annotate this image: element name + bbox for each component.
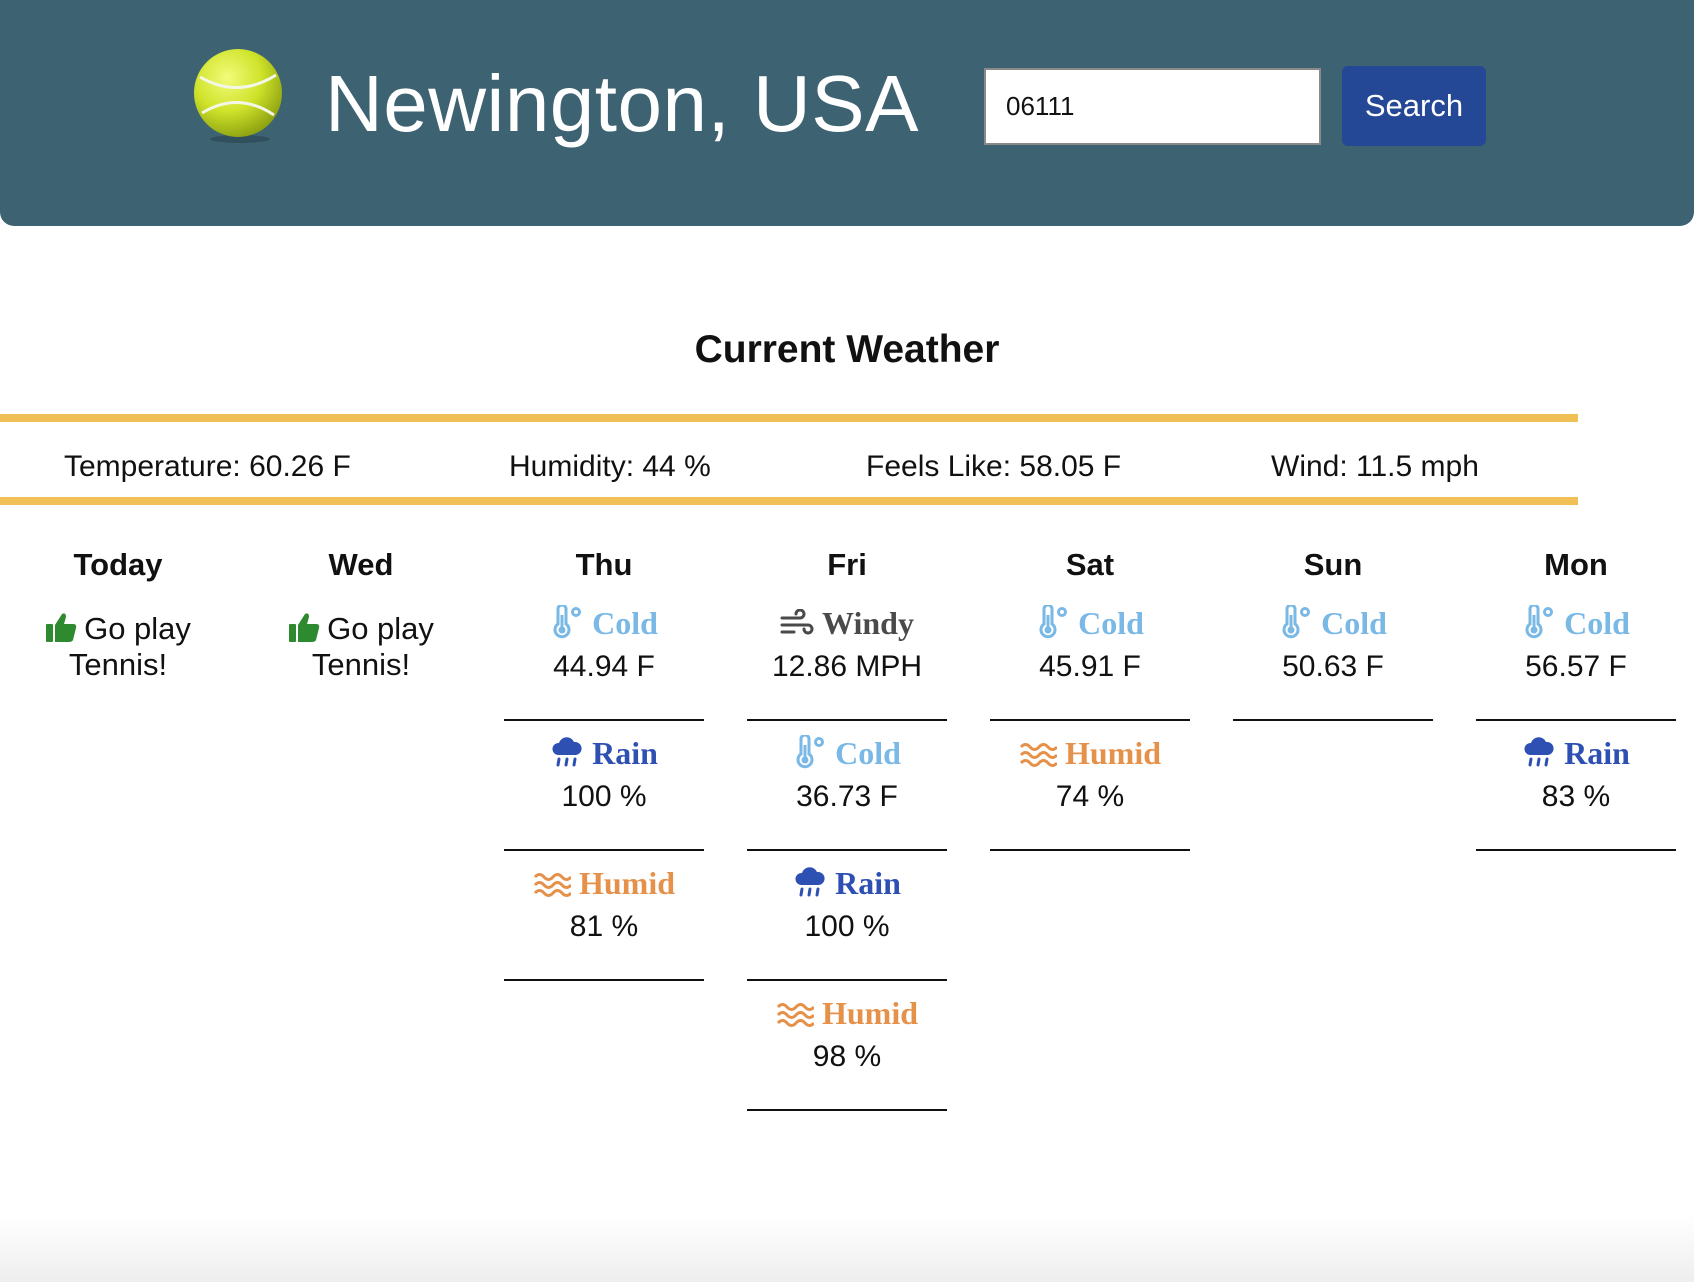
forecast-day: Sun Cold 50.63 F (1233, 545, 1433, 721)
forecast-day: Today Go play Tennis! (18, 545, 218, 683)
condition-value: 44.94 F (553, 650, 655, 683)
city-title: Newington, USA (325, 59, 919, 148)
condition-value: 36.73 F (796, 780, 898, 813)
condition-label-text: Humid (578, 865, 676, 901)
condition-label: Humid (990, 731, 1190, 775)
condition-label-text: Cold (1078, 605, 1144, 641)
humidity-waves-icon (776, 1003, 816, 1027)
forecast-condition-card: Cold 44.94 F (504, 601, 704, 721)
forecast-condition-card: Rain 83 % (1476, 721, 1676, 851)
current-temperature: Temperature: 60.26 F (64, 450, 351, 483)
condition-label: Rain (747, 861, 947, 905)
forecast-condition-card: Cold 45.91 F (990, 601, 1190, 721)
rain-cloud-icon (795, 867, 825, 897)
condition-label-text: Humid (1064, 735, 1162, 771)
condition-label-text: Humid (821, 995, 919, 1031)
thermometer-icon (1039, 603, 1068, 639)
condition-value: 56.57 F (1525, 650, 1627, 683)
thermometer-icon (796, 733, 825, 769)
condition-label: Windy (747, 601, 947, 645)
forecast-condition-card: Humid 81 % (504, 851, 704, 981)
forecast-day: Thu Cold 44.94 F Rain 100 % Humid 81 % (504, 545, 704, 981)
condition-value: 100 % (561, 780, 647, 813)
condition-value: 50.63 F (1282, 650, 1384, 683)
thermometer-icon (553, 603, 582, 639)
condition-label: Rain (504, 731, 704, 775)
page-bottom (0, 1215, 1694, 1282)
humidity-waves-icon (533, 873, 573, 897)
forecast-condition-card: Windy 12.86 MPH (747, 601, 947, 721)
play-advice-text: Go play Tennis! (68, 611, 191, 682)
forecast-day-name: Wed (328, 547, 394, 582)
forecast-day: Wed Go play Tennis! (261, 545, 461, 683)
condition-value: 98 % (812, 1040, 882, 1073)
condition-label-text: Cold (835, 735, 901, 771)
forecast-day-name: Thu (575, 547, 633, 582)
humidity-waves-icon (1019, 743, 1059, 767)
forecast-condition-card: Rain 100 % (747, 851, 947, 981)
condition-label: Cold (747, 731, 947, 775)
condition-label: Cold (990, 601, 1190, 645)
condition-label-text: Rain (1564, 735, 1630, 771)
condition-value: 45.91 F (1039, 650, 1141, 683)
condition-value: 100 % (804, 910, 890, 943)
app-header: Newington, USA Search (0, 0, 1694, 226)
condition-label-text: Cold (592, 605, 658, 641)
forecast-day-name: Today (73, 547, 163, 582)
forecast-condition-card: Cold 36.73 F (747, 721, 947, 851)
forecast-day-name: Sun (1303, 547, 1363, 582)
forecast-day: Fri Windy 12.86 MPH Cold 36.73 F Rain 100 % Hum… (747, 545, 947, 1111)
condition-label: Cold (1233, 601, 1433, 645)
condition-value: 83 % (1541, 780, 1611, 813)
forecast-condition-card: Rain 100 % (504, 721, 704, 851)
forecast-condition-card: Humid 74 % (990, 721, 1190, 851)
condition-value: 12.86 MPH (771, 650, 923, 683)
forecast-day-name: Fri (827, 547, 867, 582)
condition-label-text: Rain (835, 865, 901, 901)
rain-cloud-icon (552, 737, 582, 767)
wind-icon (780, 608, 814, 635)
condition-value: 81 % (569, 910, 639, 943)
play-advice: Go play Tennis! (261, 611, 461, 683)
condition-label-text: Cold (1564, 605, 1630, 641)
current-feels-like: Feels Like: 58.05 F (866, 450, 1122, 483)
thermometer-icon (1525, 603, 1554, 639)
play-advice-text: Go play Tennis! (311, 611, 434, 682)
play-advice: Go play Tennis! (18, 611, 218, 683)
forecast-day-name: Mon (1544, 547, 1608, 582)
zip-search-input[interactable] (984, 68, 1321, 145)
forecast-condition-card: Cold 56.57 F (1476, 601, 1676, 721)
current-weather-heading: Current Weather (694, 328, 1000, 371)
thumbs-up-icon (289, 613, 320, 642)
forecast-condition-card: Cold 50.63 F (1233, 601, 1433, 721)
condition-value: 74 % (1055, 780, 1125, 813)
forecast-day: Sat Cold 45.91 F Humid 74 % (990, 545, 1190, 851)
thumbs-up-icon (46, 613, 77, 642)
condition-label-text: Windy (822, 605, 914, 641)
forecast-day-name: Sat (1065, 547, 1115, 582)
condition-label: Cold (504, 601, 704, 645)
tennis-ball-icon (194, 49, 282, 143)
current-wind: Wind: 11.5 mph (1271, 450, 1479, 483)
condition-label: Humid (504, 861, 704, 905)
condition-label-text: Cold (1321, 605, 1387, 641)
current-humidity: Humidity: 44 % (509, 450, 711, 483)
rain-cloud-icon (1524, 737, 1554, 767)
condition-label: Rain (1476, 731, 1676, 775)
forecast-day: Mon Cold 56.57 F Rain 83 % (1476, 545, 1676, 851)
thermometer-icon (1282, 603, 1311, 639)
forecast-condition-card: Humid 98 % (747, 981, 947, 1111)
condition-label: Humid (747, 991, 947, 1035)
condition-label-text: Rain (592, 735, 658, 771)
current-weather-bar: Temperature: 60.26 F Humidity: 44 % Feel… (0, 414, 1578, 505)
condition-label: Cold (1476, 601, 1676, 645)
search-button[interactable]: Search (1342, 66, 1486, 146)
